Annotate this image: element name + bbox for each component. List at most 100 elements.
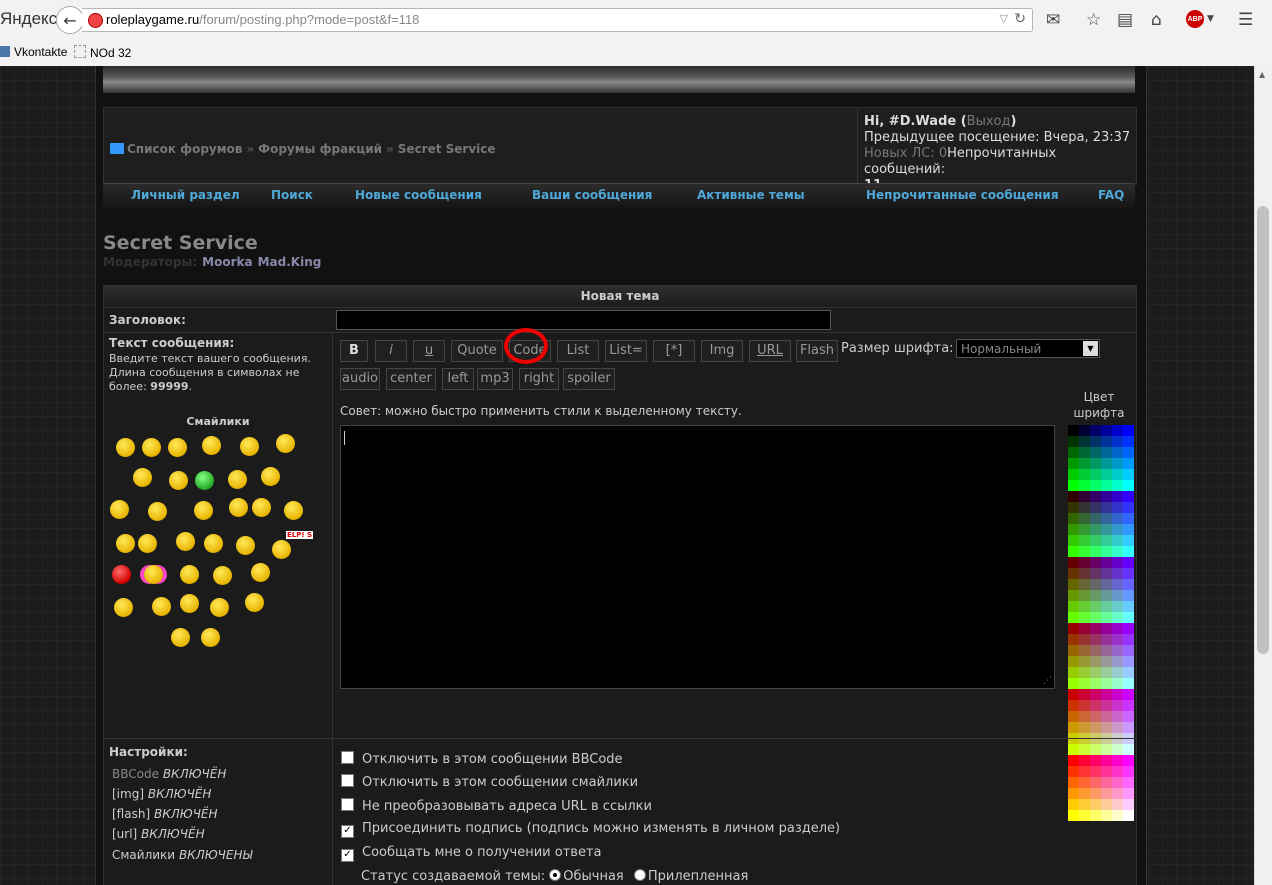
color-swatch[interactable] <box>1068 623 1079 634</box>
img-button[interactable]: Img <box>701 340 743 362</box>
color-swatch[interactable] <box>1068 436 1079 447</box>
smiley-icon[interactable] <box>240 437 259 456</box>
color-swatch[interactable] <box>1068 458 1079 469</box>
color-swatch[interactable] <box>1079 601 1090 612</box>
color-swatch[interactable] <box>1101 436 1112 447</box>
smiley-icon[interactable] <box>204 534 223 553</box>
color-swatch[interactable] <box>1079 425 1090 436</box>
quote-button[interactable]: Quote <box>451 340 503 362</box>
color-swatch[interactable] <box>1090 634 1101 645</box>
list-button[interactable]: List <box>557 340 599 362</box>
color-swatch[interactable] <box>1079 535 1090 546</box>
smiley-icon[interactable] <box>272 540 291 559</box>
color-swatch[interactable] <box>1101 601 1112 612</box>
color-swatch[interactable] <box>1112 689 1123 700</box>
color-swatch[interactable] <box>1079 678 1090 689</box>
smiley-icon[interactable] <box>194 501 213 520</box>
smiley-icon[interactable] <box>112 565 131 584</box>
color-swatch[interactable] <box>1068 568 1079 579</box>
nav-your-posts[interactable]: Ваши сообщения <box>532 188 652 202</box>
color-swatch[interactable] <box>1112 579 1123 590</box>
option-disable-smilies[interactable]: Отключить в этом сообщении смайлики <box>341 774 638 790</box>
color-swatch[interactable] <box>1112 425 1123 436</box>
url-button[interactable]: URL <box>749 340 791 362</box>
color-swatch[interactable] <box>1101 425 1112 436</box>
color-swatch[interactable] <box>1068 590 1079 601</box>
color-swatch[interactable] <box>1112 612 1123 623</box>
color-swatch[interactable] <box>1090 612 1101 623</box>
bookmark-nod32[interactable]: NOd 32 <box>74 45 131 60</box>
color-swatch[interactable] <box>1112 546 1123 557</box>
color-swatch[interactable] <box>1079 667 1090 678</box>
color-swatch[interactable] <box>1068 700 1079 711</box>
color-swatch[interactable] <box>1112 678 1123 689</box>
mp3-button[interactable]: mp3 <box>477 368 513 390</box>
color-swatch[interactable] <box>1079 711 1090 722</box>
color-swatch[interactable] <box>1090 711 1101 722</box>
color-swatch[interactable] <box>1101 645 1112 656</box>
color-swatch[interactable] <box>1101 612 1112 623</box>
address-bar[interactable]: roleplaygame.ru/forum/posting.php?mode=p… <box>82 8 1033 32</box>
menu-icon[interactable]: ☰ <box>1238 10 1253 30</box>
color-swatch[interactable] <box>1112 480 1123 491</box>
smiley-icon[interactable] <box>245 593 264 612</box>
color-swatch[interactable] <box>1123 689 1134 700</box>
color-swatch[interactable] <box>1068 546 1079 557</box>
yandex-logo[interactable]: Яндекс <box>0 9 57 29</box>
color-swatch[interactable] <box>1090 491 1101 502</box>
color-swatch[interactable] <box>1068 645 1079 656</box>
color-swatch[interactable] <box>1123 590 1134 601</box>
color-swatch[interactable] <box>1112 458 1123 469</box>
color-swatch[interactable] <box>1068 513 1079 524</box>
color-swatch[interactable] <box>1068 480 1079 491</box>
color-swatch[interactable] <box>1112 557 1123 568</box>
color-swatch[interactable] <box>1090 469 1101 480</box>
color-swatch[interactable] <box>1123 436 1134 447</box>
color-swatch[interactable] <box>1090 656 1101 667</box>
color-swatch[interactable] <box>1079 524 1090 535</box>
moderator-moorka[interactable]: Moorka <box>202 255 252 269</box>
color-swatch[interactable] <box>1079 656 1090 667</box>
color-swatch[interactable] <box>1090 513 1101 524</box>
color-swatch[interactable] <box>1068 491 1079 502</box>
smiley-icon[interactable] <box>195 471 214 490</box>
color-swatch[interactable] <box>1112 568 1123 579</box>
color-swatch[interactable] <box>1079 513 1090 524</box>
smiley-icon[interactable] <box>202 436 221 455</box>
color-swatch[interactable] <box>1123 480 1134 491</box>
reload-icon[interactable]: ↻ <box>1014 11 1026 27</box>
smiley-icon[interactable] <box>152 597 171 616</box>
color-swatch[interactable] <box>1101 700 1112 711</box>
color-swatch[interactable] <box>1101 524 1112 535</box>
color-swatch[interactable] <box>1090 436 1101 447</box>
color-swatch[interactable] <box>1112 645 1123 656</box>
smiley-icon[interactable] <box>252 498 271 517</box>
bookmarks-list-icon[interactable]: ▤ <box>1117 10 1133 30</box>
color-swatch[interactable] <box>1068 557 1079 568</box>
color-swatch[interactable] <box>1123 634 1134 645</box>
smiley-icon[interactable] <box>148 502 167 521</box>
color-swatch[interactable] <box>1101 667 1112 678</box>
checkbox-checked[interactable]: ✓ <box>341 849 354 862</box>
nav-faq[interactable]: FAQ <box>1098 188 1124 202</box>
smiley-icon[interactable] <box>138 534 157 553</box>
color-swatch[interactable] <box>1123 546 1134 557</box>
smiley-icon[interactable] <box>228 470 247 489</box>
color-swatch[interactable] <box>1123 722 1134 733</box>
page-scrollbar[interactable]: ▲ <box>1254 66 1272 885</box>
color-swatch[interactable] <box>1123 425 1134 436</box>
subject-input[interactable] <box>336 310 831 330</box>
smiley-icon[interactable] <box>168 438 187 457</box>
color-swatch[interactable] <box>1068 656 1079 667</box>
color-swatch[interactable] <box>1101 447 1112 458</box>
smiley-icon[interactable] <box>251 563 270 582</box>
smiley-icon[interactable] <box>171 628 190 647</box>
message-textarea[interactable]: ⋰ <box>340 425 1055 689</box>
color-swatch[interactable] <box>1079 502 1090 513</box>
breadcrumb-current[interactable]: Secret Service <box>398 142 496 156</box>
underline-button[interactable]: u <box>413 340 445 362</box>
color-swatch[interactable] <box>1090 447 1101 458</box>
color-swatch[interactable] <box>1101 469 1112 480</box>
color-swatch[interactable] <box>1090 623 1101 634</box>
color-swatch[interactable] <box>1101 678 1112 689</box>
